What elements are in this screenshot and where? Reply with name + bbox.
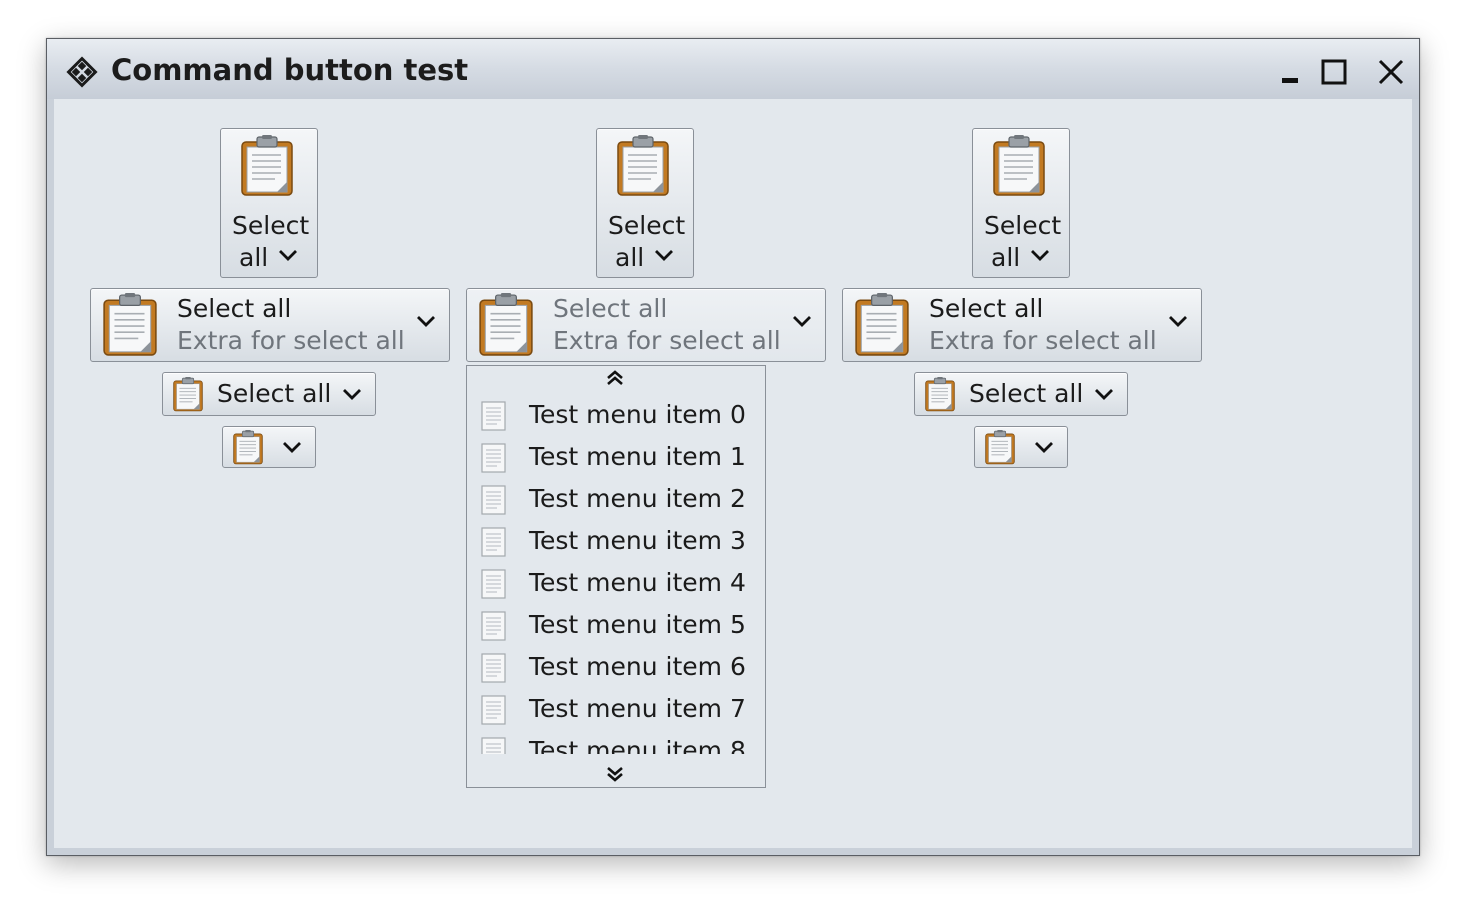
tile-select-all-button-3[interactable]: Select all Extra for select all [842,288,1202,362]
chevron-down-icon[interactable] [277,247,299,263]
document-icon [480,401,508,431]
maximize-icon [1321,59,1347,85]
tile-button-label: Select all [177,294,292,323]
chevron-down-icon[interactable] [653,247,675,263]
big-button-label-line2: all [239,243,269,272]
menu-item-label: Test menu item 1 [529,442,746,471]
app-window: Command button test Select all Select al… [46,38,1420,856]
menu-item[interactable]: Test menu item 3 [467,520,765,562]
small-select-all-button-3[interactable] [974,426,1068,468]
clipboard-icon [615,135,671,197]
medium-button-label: Select all [217,379,332,408]
big-button-label-line1: Select [984,211,1062,240]
menu-item-label: Test menu item 8 [529,736,746,754]
chevron-down-icon[interactable] [1029,247,1051,263]
chevron-down-icon[interactable] [791,313,813,329]
menu-item[interactable]: Test menu item 5 [467,604,765,646]
menu-item[interactable]: Test menu item 0 [467,394,765,436]
tile-button-extra: Extra for select all [929,326,1157,355]
tile-button-extra: Extra for select all [553,326,781,355]
double-chevron-down-icon [607,767,623,782]
big-button-label-line2: all [615,243,645,272]
window-title: Command button test [111,53,469,87]
menu-item[interactable]: Test menu item 6 [467,646,765,688]
clipboard-icon [172,377,204,412]
chevron-down-icon[interactable] [1093,386,1115,402]
popup-scroll-up-button[interactable] [467,366,765,390]
clipboard-icon [239,135,295,197]
app-diamond-icon [66,56,98,88]
big-button-label-line2: all [991,243,1021,272]
clipboard-icon [853,293,911,357]
chevron-down-icon[interactable] [281,439,303,455]
big-select-all-button-3[interactable]: Select all [972,128,1070,278]
popup-menu: Test menu item 0 Test menu item 1 Test men… [466,365,766,788]
document-icon [480,569,508,599]
tile-select-all-button-1[interactable]: Select all Extra for select all [90,288,450,362]
document-icon [480,611,508,641]
medium-button-label: Select all [969,379,1084,408]
menu-item-label: Test menu item 5 [529,610,746,639]
clipboard-icon [477,293,535,357]
menu-item-label: Test menu item 2 [529,484,746,513]
menu-item-label: Test menu item 4 [529,568,746,597]
menu-item[interactable]: Test menu item 8 [467,730,765,754]
menu-item-label: Test menu item 7 [529,694,746,723]
minimize-button[interactable] [1276,57,1306,87]
tile-button-extra: Extra for select all [177,326,405,355]
menu-item[interactable]: Test menu item 7 [467,688,765,730]
chevron-down-icon[interactable] [415,313,437,329]
big-button-label-line1: Select [232,211,310,240]
menu-item-label: Test menu item 3 [529,526,746,555]
menu-item[interactable]: Test menu item 4 [467,562,765,604]
title-bar[interactable]: Command button test [47,39,1419,99]
menu-item[interactable]: Test menu item 1 [467,436,765,478]
chevron-down-icon[interactable] [1167,313,1189,329]
menu-item-label: Test menu item 0 [529,400,746,429]
document-icon [480,695,508,725]
document-icon [480,527,508,557]
document-icon [480,737,508,754]
tile-button-label: Select all [929,294,1044,323]
big-select-all-button-2[interactable]: Select all [596,128,694,278]
popup-scroll-down-button[interactable] [467,763,765,787]
document-icon [480,443,508,473]
small-select-all-button-1[interactable] [222,426,316,468]
tile-button-label: Select all [553,294,668,323]
clipboard-icon [232,430,264,465]
medium-select-all-button-3[interactable]: Select all [914,372,1128,416]
clipboard-icon [924,377,956,412]
clipboard-icon [991,135,1047,197]
popup-menu-list: Test menu item 0 Test menu item 1 Test men… [467,390,765,754]
chevron-down-icon[interactable] [1033,439,1055,455]
tile-select-all-button-2[interactable]: Select all Extra for select all [466,288,826,362]
medium-select-all-button-1[interactable]: Select all [162,372,376,416]
close-icon [1378,59,1404,85]
big-button-label-line1: Select [608,211,686,240]
maximize-button[interactable] [1319,57,1349,87]
minimize-icon [1282,78,1298,83]
clipboard-icon [984,430,1016,465]
document-icon [480,653,508,683]
double-chevron-up-icon [607,370,623,385]
content-panel: Select all Select all Extra for select a… [54,99,1412,848]
menu-item-label: Test menu item 6 [529,652,746,681]
menu-item[interactable]: Test menu item 2 [467,478,765,520]
clipboard-icon [101,293,159,357]
close-button[interactable] [1376,57,1406,87]
chevron-down-icon[interactable] [341,386,363,402]
big-select-all-button-1[interactable]: Select all [220,128,318,278]
document-icon [480,485,508,515]
